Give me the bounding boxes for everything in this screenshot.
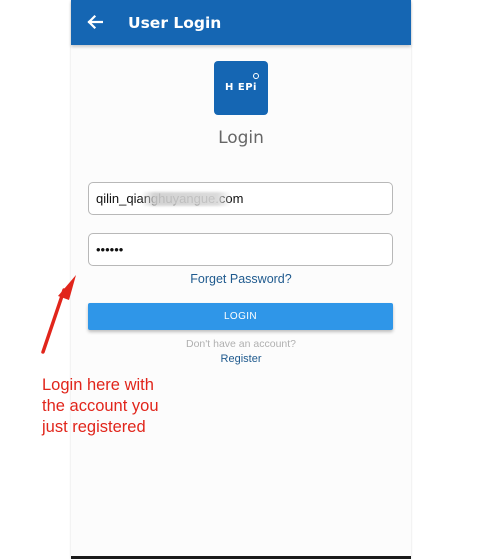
back-button[interactable] (83, 10, 107, 34)
login-heading: Login (218, 128, 264, 148)
forgot-password-link[interactable]: Forget Password? (71, 272, 411, 286)
email-input[interactable] (89, 183, 392, 214)
logo-text: H EPi (225, 82, 257, 93)
login-button[interactable]: LOGIN (88, 303, 393, 330)
register-link[interactable]: Register (71, 353, 411, 365)
annotation-line: just registered (42, 418, 146, 436)
app-logo: H EPi (214, 61, 268, 115)
password-input[interactable] (89, 234, 392, 265)
logo-registered-mark (253, 73, 259, 79)
no-account-text: Don't have an account? (186, 338, 296, 350)
phone-screen: User Login H EPi Login Forget Password? … (71, 0, 411, 559)
email-field[interactable] (88, 182, 393, 215)
page-title: User Login (128, 14, 222, 32)
annotation-arrow-icon (41, 275, 76, 354)
annotation-text: Login here with the account you just reg… (42, 375, 202, 438)
password-field[interactable] (88, 233, 393, 266)
screenshot-canvas: User Login H EPi Login Forget Password? … (0, 0, 491, 559)
annotation-line: Login here with (42, 376, 154, 394)
app-bar: User Login (71, 0, 411, 45)
arrow-left-icon (87, 14, 103, 30)
annotation-line: the account you (42, 397, 159, 415)
